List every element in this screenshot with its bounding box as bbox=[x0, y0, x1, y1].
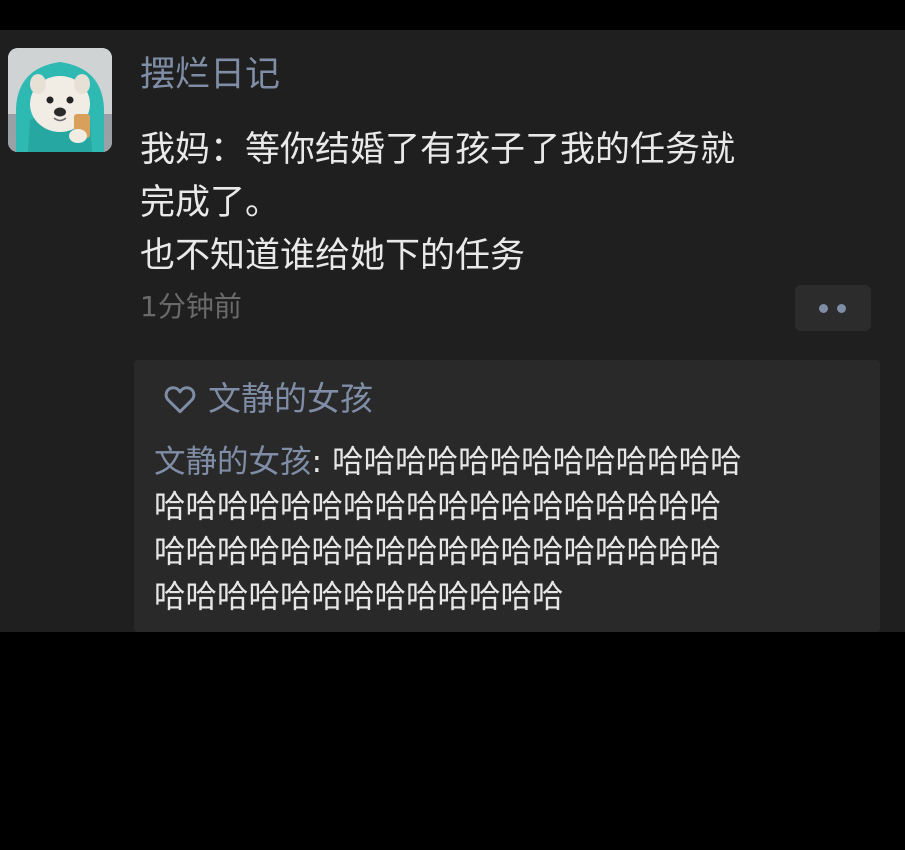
commenter-name[interactable]: 文静的女孩 bbox=[154, 444, 312, 480]
post-timestamp: 1分钟前 bbox=[140, 290, 242, 323]
comment[interactable]: 文静的女孩: 哈哈哈哈哈哈哈哈哈哈哈哈哈 哈哈哈哈哈哈哈哈哈哈哈哈哈哈哈哈哈哈 … bbox=[154, 440, 854, 620]
avatar[interactable] bbox=[8, 48, 112, 152]
more-dots-icon bbox=[837, 304, 846, 313]
comment-text-line: 哈哈哈哈哈哈哈哈哈哈哈哈哈 bbox=[154, 579, 564, 615]
liker-name[interactable]: 文静的女孩 bbox=[208, 376, 373, 422]
moment-post: 摆烂日记 我妈：等你结婚了有孩子了我的任务就 完成了。 也不知道谁给她下的任务 … bbox=[0, 30, 905, 632]
comment-text-line: 哈哈哈哈哈哈哈哈哈哈哈哈哈哈哈哈哈哈 bbox=[154, 489, 722, 525]
likes-row: 文静的女孩 bbox=[164, 376, 373, 422]
heart-outline-icon bbox=[164, 386, 196, 414]
comment-text-line: 哈哈哈哈哈哈哈哈哈哈哈哈哈哈哈哈哈哈 bbox=[154, 534, 722, 570]
post-text-line: 我妈：等你结婚了有孩子了我的任务就 bbox=[140, 130, 736, 170]
comment-first-line: 文静的女孩: 哈哈哈哈哈哈哈哈哈哈哈哈哈 bbox=[154, 440, 854, 485]
dog-hoodie-avatar-image bbox=[8, 48, 112, 152]
post-author-name[interactable]: 摆烂日记 bbox=[140, 52, 280, 98]
more-options-button[interactable] bbox=[795, 285, 871, 331]
comment-text-line: 哈哈哈哈哈哈哈哈哈哈哈哈哈 bbox=[332, 444, 742, 480]
post-text-line: 完成了。 bbox=[140, 183, 281, 223]
more-dots-icon bbox=[819, 304, 828, 313]
post-text-line: 也不知道谁给她下的任务 bbox=[140, 236, 526, 276]
post-text: 我妈：等你结婚了有孩子了我的任务就 完成了。 也不知道谁给她下的任务 bbox=[140, 124, 880, 283]
comment-separator: : bbox=[311, 444, 333, 480]
interaction-panel: 文静的女孩 文静的女孩: 哈哈哈哈哈哈哈哈哈哈哈哈哈 哈哈哈哈哈哈哈哈哈哈哈哈哈… bbox=[134, 360, 880, 632]
